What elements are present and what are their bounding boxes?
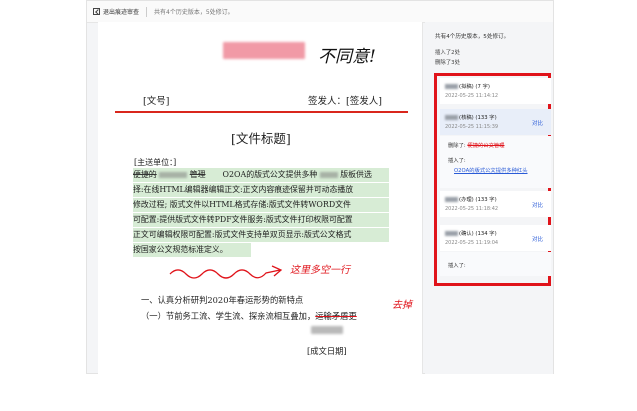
revision-list-highlight: (拟稿) (7 字) 2022-05-25 11:14:12 (核稿) (133… bbox=[434, 73, 551, 286]
paragraph-line-2: 择:在线HTML编辑器编辑正文:正文内容痕迹保留并可动态播放 bbox=[133, 183, 389, 197]
recipient-line: [主送单位：] bbox=[134, 158, 177, 167]
toolbar-divider bbox=[146, 6, 148, 17]
deleted-content: 便捷的公文管理 bbox=[467, 143, 505, 149]
redacted-word bbox=[159, 172, 188, 178]
revision-card-4[interactable]: (确认) (134 字) 2022-05-25 11:19:04 对比 bbox=[440, 225, 551, 251]
revision-details-4: 插入了: bbox=[440, 252, 551, 276]
issue-date: [成文日期] bbox=[307, 346, 347, 356]
revision-author-text: (办理) (133 字) bbox=[459, 197, 497, 203]
compare-link[interactable]: 对比 bbox=[532, 201, 543, 209]
doc-number: [文号] bbox=[143, 96, 170, 107]
revision-card-1[interactable]: (拟稿) (7 字) 2022-05-25 11:14:12 bbox=[440, 78, 551, 104]
revision-time: 2022-05-25 11:14:12 bbox=[445, 93, 499, 99]
deleted-label: 删除了: bbox=[448, 143, 466, 149]
struck-text: 运输矛盾更 bbox=[315, 311, 357, 321]
revised-paragraph: 便捷的 管理 O2OA的版式公文提供多种 版板供选 择:在线HTML编辑器编辑正… bbox=[133, 168, 389, 257]
revision-card-2[interactable]: (核稿) (133 字) 2022-05-25 11:15:39 对比 bbox=[440, 109, 551, 135]
redacted-author bbox=[445, 84, 458, 89]
subsection-line: （一）节前务工流、学生流、探亲流相互叠加，运输矛盾更 bbox=[141, 310, 357, 322]
revision-author: (核稿) (133 字) bbox=[445, 113, 497, 121]
panel-summary: 共有4个历史版本，5处修订。 bbox=[435, 34, 510, 40]
subsection-text: （一）节前务工流、学生流、探亲流相互叠加， bbox=[141, 311, 316, 321]
inserted-text: O2OA的版式公文提供多种 bbox=[222, 170, 318, 179]
insert-count: 插入了2处 bbox=[435, 50, 460, 56]
exit-review-label: 退出痕迹审查 bbox=[103, 9, 140, 16]
revision-card-3[interactable]: (办理) (133 字) 2022-05-25 11:18:42 对比 bbox=[440, 191, 551, 217]
section-heading: 一、认真分析研判2020年春运形势的新特点 bbox=[141, 295, 304, 305]
deleted-text-2: 管理 bbox=[189, 170, 206, 179]
revision-summary: 共有4个历史版本，5处修订。 bbox=[154, 9, 234, 16]
redacted-word-2 bbox=[319, 172, 338, 178]
paragraph-line-6: 按国家公文规范标准定义。 bbox=[133, 243, 251, 257]
inserted-content: O2OA的版式公文提供多种红头 bbox=[454, 166, 528, 174]
compare-link[interactable]: 对比 bbox=[532, 235, 543, 243]
paragraph-line-4: 可配置:提供版式文件转PDF文件服务:版式文件打印权限可配置 bbox=[133, 213, 389, 227]
revision-author: (拟稿) (7 字) bbox=[445, 82, 490, 90]
revision-author: (确认) (134 字) bbox=[445, 229, 497, 237]
document-title: [文件标题] bbox=[231, 131, 291, 146]
handwritten-note-add-line: 这里多空一行 bbox=[290, 265, 350, 276]
redacted-author bbox=[445, 231, 458, 236]
redacted-issuer-name bbox=[223, 42, 305, 59]
compare-link[interactable]: 对比 bbox=[532, 119, 543, 127]
revision-time: 2022-05-25 11:15:39 bbox=[445, 124, 499, 130]
revision-author-text: (拟稿) (7 字) bbox=[459, 84, 490, 90]
deleted-text: 便捷的 bbox=[133, 170, 157, 179]
exit-icon bbox=[93, 8, 100, 15]
exit-review-button[interactable]: 退出痕迹审查 bbox=[93, 7, 139, 16]
inserted-label: 插入了: bbox=[448, 158, 466, 164]
revision-author: (办理) (133 字) bbox=[445, 195, 497, 203]
handwritten-squiggle bbox=[169, 265, 283, 279]
revision-time: 2022-05-25 11:19:04 bbox=[445, 240, 499, 246]
revision-time: 2022-05-25 11:18:42 bbox=[445, 206, 499, 212]
redacted-author bbox=[445, 197, 458, 202]
paragraph-line-5: 正文可编辑权限可配置:版式文件支持单双页显示:版式公文格式 bbox=[133, 228, 389, 242]
inserted-content-text: O2OA的版式公文提供多种红头 bbox=[454, 168, 528, 174]
top-toolbar: 退出痕迹审查 共有4个历史版本，5处修订。 bbox=[87, 1, 553, 23]
inserted-label: 插入了: bbox=[448, 263, 466, 269]
revision-author-text: (确认) (134 字) bbox=[459, 231, 497, 237]
handwritten-note-disagree: 不同意! bbox=[318, 47, 376, 67]
handwritten-note-delete: 去掉 bbox=[392, 300, 412, 311]
signer: 签发人：[签发人] bbox=[308, 96, 382, 107]
revision-details: 删除了: 便捷的公文管理 插入了: O2OA的版式公文提供多种红头 bbox=[440, 136, 551, 188]
paragraph-line-1-end: 版板供选 bbox=[340, 170, 372, 179]
redacted-author bbox=[445, 115, 458, 120]
revision-author-text: (核稿) (133 字) bbox=[459, 115, 497, 121]
red-header-line bbox=[115, 111, 408, 113]
paragraph-line-3: 修改过程; 版式文件以HTML格式存储:版式文件转WORD文件 bbox=[133, 198, 389, 212]
delete-count: 删除了3处 bbox=[435, 60, 460, 66]
redacted-signature bbox=[311, 326, 343, 334]
paragraph-line-1: 便捷的 管理 O2OA的版式公文提供多种 版板供选 bbox=[133, 168, 389, 182]
deleted-detail: 删除了: 便捷的公文管理 bbox=[448, 141, 504, 149]
